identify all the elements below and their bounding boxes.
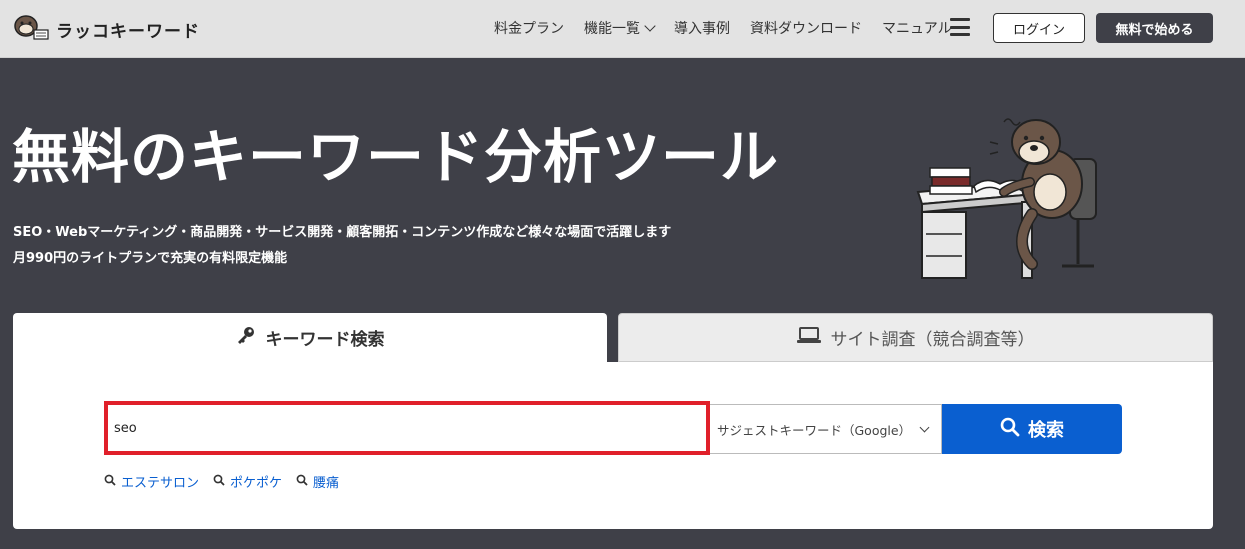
search-icon [1000, 417, 1020, 442]
tab-site-research-label: サイト調査（競合調査等） [830, 330, 1035, 350]
nav-features-label: 機能一覧 [584, 21, 640, 37]
suggestion-link[interactable]: ポケポケ [213, 472, 282, 491]
nav-case-studies[interactable]: 導入事例 [674, 18, 730, 38]
search-mode-select[interactable]: サジェストキーワード（Google） [710, 404, 942, 454]
hero-subtitle-line2: 月990円のライトプランで充実の有料限定機能 [13, 251, 288, 266]
hero-subtitle-line1: SEO・Webマーケティング・商品開発・サービス開発・顧客開拓・コンテンツ作成な… [13, 225, 672, 240]
search-icon [213, 474, 225, 490]
search-icon [296, 474, 308, 490]
nav-pricing[interactable]: 料金プラン [494, 18, 564, 38]
menu-icon[interactable] [950, 18, 970, 36]
suggested-keywords: エステサロン ポケポケ 腰痛 [104, 472, 339, 491]
logo-text: ラッコキーワード [56, 21, 200, 42]
nav-downloads[interactable]: 資料ダウンロード [750, 18, 862, 38]
nav-features[interactable]: 機能一覧 [584, 18, 656, 38]
keyword-search-input[interactable] [104, 401, 710, 455]
suggestion-label: 腰痛 [313, 476, 340, 491]
logo[interactable]: ラッコキーワード [12, 12, 200, 46]
login-button[interactable]: ログイン [993, 13, 1085, 43]
search-mode-value: サジェストキーワード（Google） [717, 422, 912, 438]
chevron-down-icon [644, 20, 656, 32]
tab-keyword-search[interactable]: キーワード検索 [13, 313, 607, 362]
key-icon [236, 325, 256, 350]
chevron-down-icon [919, 422, 930, 432]
search-button[interactable]: 検索 [942, 404, 1122, 454]
suggestion-link[interactable]: エステサロン [104, 472, 199, 491]
hero-title: 無料のキーワード分析ツール [12, 123, 780, 191]
suggestion-label: エステサロン [121, 476, 200, 491]
main-nav: 料金プラン 機能一覧 導入事例 資料ダウンロード マニュアル [494, 18, 952, 38]
search-button-label: 検索 [1028, 420, 1064, 441]
start-free-button[interactable]: 無料で始める [1096, 13, 1213, 43]
hero-subtitle: SEO・Webマーケティング・商品開発・サービス開発・顧客開拓・コンテンツ作成な… [13, 220, 671, 272]
search-icon [104, 474, 116, 490]
otter-at-desk-illustration [912, 104, 1112, 293]
tab-keyword-search-label: キーワード検索 [265, 330, 385, 350]
otter-logo-icon [12, 12, 50, 46]
suggestion-link[interactable]: 腰痛 [296, 472, 339, 491]
suggestion-label: ポケポケ [230, 476, 283, 491]
tab-site-research[interactable]: サイト調査（競合調査等） [618, 313, 1213, 362]
nav-manual[interactable]: マニュアル [882, 18, 952, 38]
top-navbar: ラッコキーワード 料金プラン 機能一覧 導入事例 資料ダウンロード マニュアル … [0, 0, 1245, 58]
laptop-icon [796, 326, 821, 349]
